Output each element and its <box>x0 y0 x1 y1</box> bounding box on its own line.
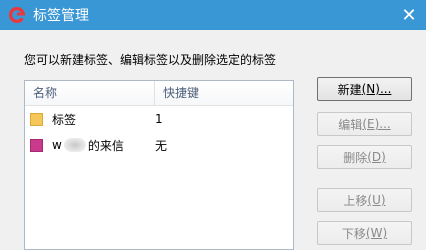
delete-tag-button[interactable]: 删除 (D) <box>317 145 412 169</box>
list-item-name: w 的来信 <box>25 137 147 154</box>
list-item-name: 标签 <box>25 111 147 128</box>
tag-color-swatch-icon <box>30 138 43 152</box>
edit-tag-button[interactable]: 编辑 (E)... <box>317 112 412 136</box>
close-icon[interactable]: ✕ <box>401 5 416 26</box>
new-tag-button[interactable]: 新建 (N)... <box>317 77 412 101</box>
tag-name: 标签 <box>52 112 77 127</box>
redacted-text-mask <box>63 138 86 152</box>
tag-color-swatch-icon <box>30 112 43 126</box>
list-item[interactable]: w 的来信 无 <box>25 132 293 158</box>
tag-shortcut: 无 <box>155 138 168 153</box>
foxmail-logo-icon <box>8 6 26 24</box>
tag-name-prefix: w <box>52 138 62 152</box>
list-header: 名称 快捷键 <box>25 81 293 106</box>
close-button[interactable]: ✕ <box>392 0 426 30</box>
column-header-name[interactable]: 名称 <box>25 81 155 105</box>
tag-shortcut: 1 <box>155 112 163 126</box>
tag-name-suffix: 的来信 <box>87 138 124 153</box>
instruction-text: 您可以新建标签、编辑标签以及删除选定的标签 <box>24 53 277 67</box>
tag-list[interactable]: 名称 快捷键 标签 1 w 的来信 无 <box>24 80 294 250</box>
move-down-button[interactable]: 下移 (W) <box>317 221 412 245</box>
title-bar: 标签管理 ✕ <box>0 0 426 30</box>
column-header-shortcut[interactable]: 快捷键 <box>155 81 199 105</box>
window-title: 标签管理 <box>33 8 89 24</box>
move-up-button[interactable]: 上移 (U) <box>317 188 412 212</box>
list-item[interactable]: 标签 1 <box>25 106 293 132</box>
